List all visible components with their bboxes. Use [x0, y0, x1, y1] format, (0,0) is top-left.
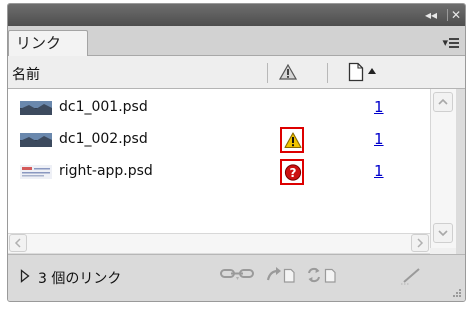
menu-lines-icon	[449, 36, 459, 50]
scroll-left-button[interactable]	[9, 234, 27, 252]
warning-icon[interactable]	[284, 132, 302, 149]
name-column-header[interactable]: 名前	[12, 64, 40, 84]
resize-grip-icon[interactable]	[450, 288, 462, 300]
chevron-down-icon	[438, 230, 448, 237]
status-highlight: ?	[280, 159, 304, 185]
scroll-down-button[interactable]	[433, 223, 453, 243]
horizontal-scrollbar[interactable]	[8, 233, 430, 253]
list-item[interactable]: dc1_001.psd 1	[8, 92, 430, 124]
list-item[interactable]: right-app.psd ? 1	[8, 156, 430, 188]
image-thumbnail-icon	[20, 133, 52, 147]
page-link[interactable]: 1	[374, 162, 384, 180]
link-count: 3 個のリンク	[38, 271, 122, 287]
column-divider	[327, 63, 328, 83]
svg-text:?: ?	[290, 166, 297, 180]
column-header: 名前	[8, 56, 465, 89]
column-divider	[267, 63, 268, 83]
menu-arrow-icon: ▾	[442, 36, 448, 49]
links-panel: ◂◂ ✕ リンク ▾ 名前 dc1_001.psd 1 dc1_002.psd …	[7, 3, 466, 302]
close-button[interactable]: ✕	[449, 7, 463, 23]
missing-link-icon[interactable]: ?	[284, 164, 302, 181]
sort-ascending-icon[interactable]	[368, 68, 376, 74]
image-thumbnail-icon	[20, 101, 52, 115]
expand-triangle-icon[interactable]	[20, 269, 30, 283]
chevron-left-icon	[14, 238, 21, 248]
update-link-icon[interactable]	[306, 266, 338, 284]
page-column-icon[interactable]	[348, 62, 364, 82]
page-link[interactable]: 1	[374, 98, 384, 116]
status-highlight	[280, 127, 304, 153]
edit-original-icon[interactable]	[400, 266, 424, 286]
tab-row: リンク ▾	[8, 26, 465, 56]
links-list: dc1_001.psd 1 dc1_002.psd 1 right-app.ps…	[8, 89, 430, 233]
list-item[interactable]: dc1_002.psd 1	[8, 124, 430, 156]
panel-menu-button[interactable]: ▾	[442, 36, 459, 50]
titlebar-divider	[447, 9, 448, 21]
file-name: dc1_001.psd	[59, 99, 148, 115]
relink-icon[interactable]	[220, 266, 256, 282]
chevron-up-icon	[438, 98, 448, 105]
panel-footer: 3 個のリンク	[8, 254, 465, 301]
collapse-button[interactable]: ◂◂	[420, 7, 442, 23]
tab-links[interactable]: リンク	[8, 30, 88, 56]
file-name: dc1_002.psd	[59, 131, 148, 147]
file-name: right-app.psd	[59, 163, 153, 179]
vertical-scrollbar[interactable]	[430, 89, 456, 248]
page-link[interactable]: 1	[374, 130, 384, 148]
document-thumbnail-icon	[20, 165, 52, 179]
status-column-warning-icon[interactable]	[279, 64, 297, 80]
panel-titlebar: ◂◂ ✕	[8, 4, 465, 26]
scroll-right-button[interactable]	[411, 234, 429, 252]
chevron-right-icon	[417, 238, 424, 248]
scroll-up-button[interactable]	[433, 92, 453, 112]
go-to-link-icon[interactable]	[266, 266, 296, 284]
